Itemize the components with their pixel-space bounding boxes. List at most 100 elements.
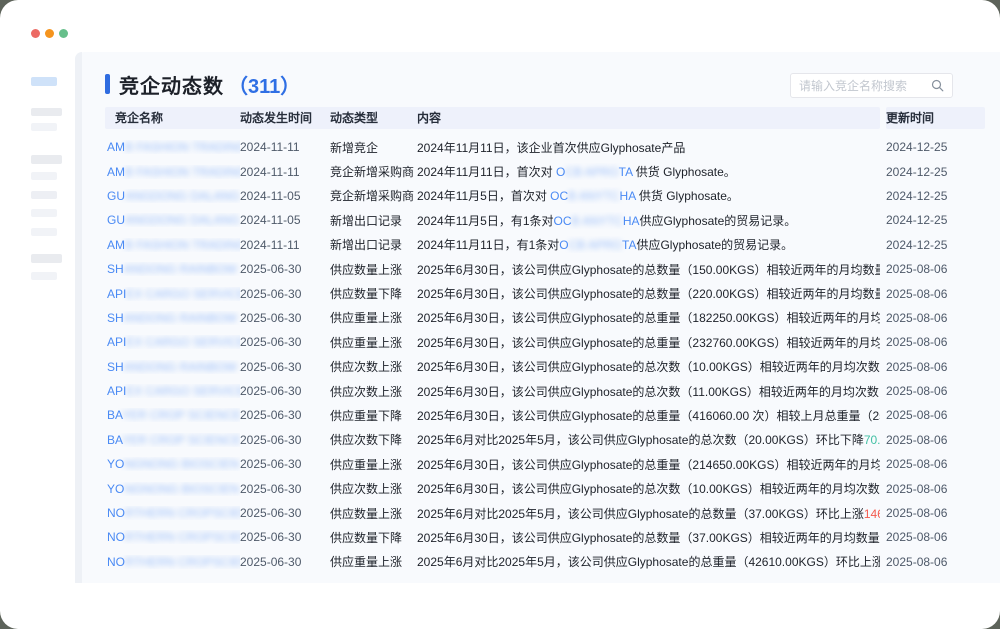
content-text: 2024年11月11日，首次对 [417, 165, 556, 179]
name-visible-part: SH [107, 360, 124, 374]
buyer-link-blurred[interactable]: CB APRO [565, 165, 618, 179]
sidebar-item[interactable] [31, 108, 62, 116]
buyer-link-blurred[interactable]: B ANYTC [568, 189, 619, 203]
name-blurred-part: RTHERN CROPSCIEN [125, 506, 240, 520]
sidebar-item[interactable] [31, 272, 57, 280]
name-visible-part: NO [107, 506, 125, 520]
name-visible-part: SH [107, 311, 124, 325]
sidebar-item[interactable] [31, 123, 57, 131]
updated-date: 2025-08-06 [886, 530, 985, 544]
sidebar-item[interactable] [31, 191, 57, 199]
name-visible-part: API [107, 384, 126, 398]
table-row: NORTHERN CROPSCIEN CE... 2025-06-30 供应数量… [105, 525, 985, 549]
minimize-window-button[interactable] [45, 29, 54, 38]
sidebar-item[interactable] [31, 172, 57, 180]
competitor-search-input[interactable] [799, 79, 925, 93]
updated-date: 2024-12-25 [886, 165, 985, 179]
competitor-name-link[interactable]: BAYER CROP SCIENCE LP [105, 433, 240, 447]
updated-date: 2025-08-06 [886, 555, 985, 569]
buyer-link[interactable]: O [556, 165, 565, 179]
event-content: 2024年11月11日，有1条对OCB APROTA供应Glyphosate的贸… [417, 236, 880, 253]
buyer-link[interactable]: HA [623, 214, 640, 228]
name-blurred-part: ANDONG RAINBOW [124, 311, 237, 325]
name-blurred-part: B FASHION TRADING [125, 165, 240, 179]
buyer-link-blurred[interactable]: B ANYTC [572, 214, 623, 228]
sidebar-item-active[interactable] [31, 77, 57, 86]
buyer-link[interactable]: OC [550, 189, 568, 203]
name-visible-part: API [107, 287, 126, 301]
competitor-search-box[interactable] [790, 73, 953, 98]
buyer-link-blurred[interactable]: CB APRO [569, 238, 622, 252]
name-blurred-part: ANDONG RAINBOW [124, 262, 237, 276]
event-type: 新增出口记录 [330, 236, 417, 253]
event-date: 2024-11-11 [240, 165, 330, 179]
event-type: 供应次数上涨 [330, 480, 417, 497]
competitor-name-link[interactable]: SHANDONG RAINBOW AGR... [105, 360, 240, 374]
sidebar-item[interactable] [31, 209, 57, 217]
competitor-name-link[interactable]: GUANGDONG DALANG MIC... [105, 213, 240, 227]
competitor-name-link[interactable]: AMB FASHION TRADING G... [105, 238, 240, 252]
maximize-window-button[interactable] [59, 29, 68, 38]
sidebar-item[interactable] [31, 254, 62, 263]
competitor-name-link[interactable]: NORTHERN CROPSCIEN CE... [105, 555, 240, 569]
table-header-row: 竞企名称 动态发生时间 动态类型 内容 更新时间 [105, 107, 985, 129]
updated-date: 2025-08-06 [886, 384, 985, 398]
name-visible-part: BA [107, 408, 122, 422]
name-blurred-part: EX CARGO SERVICE [126, 384, 240, 398]
event-content: 2025年6月30日，该公司供应Glyphosate的总次数（10.00KGS）… [417, 358, 880, 375]
event-date: 2025-06-30 [240, 555, 330, 569]
buyer-link[interactable]: TA [622, 238, 636, 252]
competitor-name-link[interactable]: APIEX CARGO SERVICE CO... [105, 335, 240, 349]
competitor-name-link[interactable]: YONGNONG BIOSCIEN ES... [105, 457, 240, 471]
competitor-name-link[interactable]: SHANDONG RAINBOW AGR... [105, 262, 240, 276]
sidebar-item[interactable] [31, 228, 57, 236]
competitor-name-link[interactable]: SHANDONG RAINBOW AGR... [105, 311, 240, 325]
content-text: 2025年6月30日，该公司供应Glyphosate的总数量（150.00KGS… [417, 263, 880, 277]
buyer-link[interactable]: OC [554, 214, 572, 228]
event-content: 2025年6月30日，该公司供应Glyphosate的总重量（182250.00… [417, 309, 880, 326]
buyer-link[interactable]: TA [619, 165, 633, 179]
event-type: 供应次数上涨 [330, 358, 417, 375]
event-type: 供应次数上涨 [330, 383, 417, 400]
competitor-name-link[interactable]: NORTHERN CROPSCIEN CE... [105, 506, 240, 520]
page-title-count: （311） [228, 70, 300, 99]
close-window-button[interactable] [31, 29, 40, 38]
event-type: 供应数量上涨 [330, 261, 417, 278]
competitor-name-link[interactable]: APIEX CARGO SERVICE CO... [105, 384, 240, 398]
name-blurred-part: B FASHION TRADING [125, 238, 240, 252]
column-header-name: 竞企名称 [105, 107, 240, 129]
event-date: 2024-11-11 [240, 140, 330, 154]
main-panel: 竞企动态数 （311） 竞企名称 动态发生时间 动态类型 内容 更新时间 [75, 52, 1000, 583]
name-visible-part: YO [107, 457, 124, 471]
updated-date: 2025-08-06 [886, 335, 985, 349]
competitor-name-link[interactable]: AMB FASHION TRADING G... [105, 140, 240, 154]
name-blurred-part: NGNONG BIOSCIEN [124, 457, 239, 471]
updated-date: 2025-08-06 [886, 408, 985, 422]
name-blurred-part: EX CARGO SERVICE [126, 287, 240, 301]
updated-date: 2025-08-06 [886, 482, 985, 496]
competitor-name-link[interactable]: APIEX CARGO SERVICE CO... [105, 287, 240, 301]
competitor-name-link[interactable]: NORTHERN CROPSCIEN CE... [105, 530, 240, 544]
search-icon[interactable] [931, 79, 944, 92]
event-type: 供应重量上涨 [330, 553, 417, 570]
buyer-link[interactable]: HA [620, 189, 636, 203]
event-type: 竞企新增采购商 [330, 187, 417, 204]
event-date: 2025-06-30 [240, 530, 330, 544]
name-blurred-part: YER CROP SCIENCE [122, 408, 240, 422]
updated-date: 2024-12-25 [886, 140, 985, 154]
competitor-name-link[interactable]: GUANGDONG DALANG MIC... [105, 189, 240, 203]
event-content: 2025年6月30日，该公司供应Glyphosate的总次数（11.00KGS）… [417, 383, 880, 400]
sidebar-item[interactable] [31, 155, 62, 164]
buyer-link[interactable]: O [559, 238, 568, 252]
name-visible-part: YO [107, 482, 124, 496]
name-blurred-part: ANGDONG DALANG [125, 213, 240, 227]
content-text: 2025年6月30日，该公司供应Glyphosate的总次数（10.00KGS）… [417, 360, 880, 374]
name-blurred-part: ANDONG RAINBOW [124, 360, 237, 374]
event-content: 2025年6月30日，该公司供应Glyphosate的总数量（220.00KGS… [417, 285, 880, 302]
competitor-name-link[interactable]: AMB FASHION TRADING G... [105, 165, 240, 179]
content-text: 2024年11月5日，有1条对 [417, 214, 554, 228]
event-content: 2024年11月11日，首次对 OCB APROTA 供货 Glyphosate… [417, 163, 880, 180]
event-content: 2025年6月30日，该公司供应Glyphosate的总数量（37.00KGS）… [417, 529, 880, 546]
competitor-name-link[interactable]: BAYER CROP SCIENCE LP [105, 408, 240, 422]
competitor-name-link[interactable]: YONGNONG BIOSCIEN ES... [105, 482, 240, 496]
